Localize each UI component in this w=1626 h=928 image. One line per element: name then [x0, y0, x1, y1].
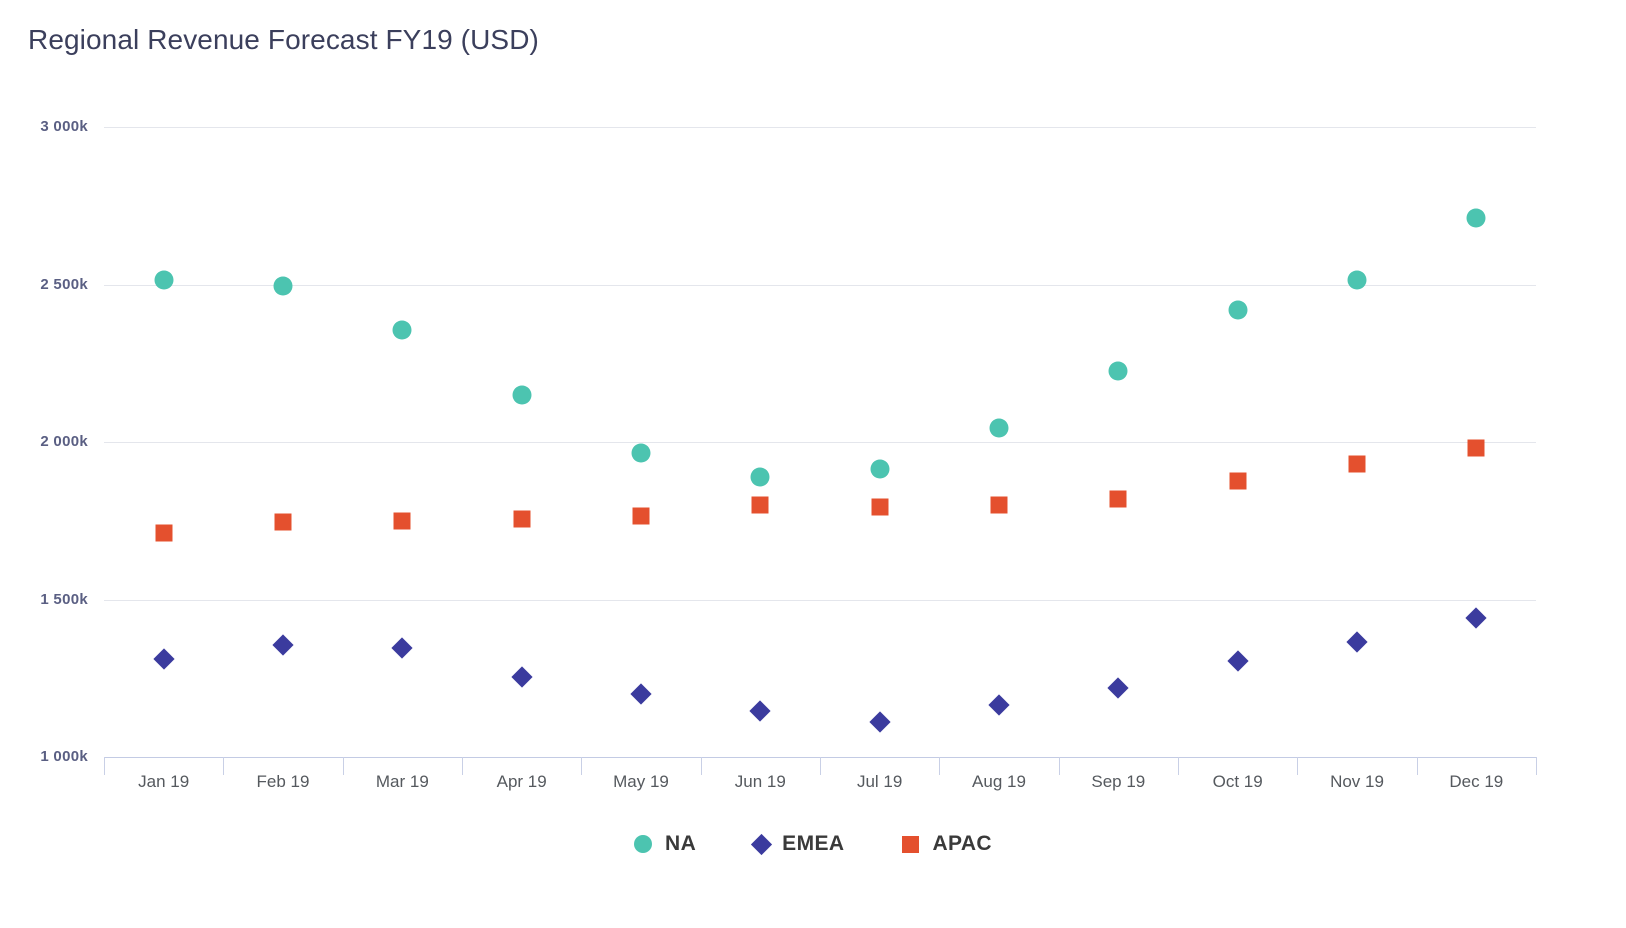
- data-point-apac: [513, 510, 531, 528]
- x-axis-tick: [1178, 757, 1179, 775]
- plot-area: [104, 110, 1536, 760]
- data-point-emea: [988, 694, 1010, 716]
- y-axis-tick-label: 3 000k: [40, 118, 88, 135]
- legend-label: EMEA: [782, 832, 845, 855]
- x-axis-tick: [1058, 757, 1060, 775]
- data-point-na: [631, 443, 651, 463]
- x-axis-tick-label: Jul 19: [856, 772, 903, 791]
- legend-item-emea[interactable]: EMEA: [751, 832, 845, 856]
- data-point-emea: [869, 711, 891, 733]
- data-point-na: [870, 459, 890, 479]
- x-axis-tick-label: May 19: [613, 772, 669, 791]
- gridline: [104, 284, 1536, 286]
- data-point-apac: [393, 512, 411, 530]
- x-axis-tick: [820, 757, 821, 775]
- x-axis-tick-label: Sep 19: [1091, 772, 1146, 791]
- chart-title: Regional Revenue Forecast FY19 (USD): [28, 24, 539, 55]
- x-axis-tick-label: Jun 19: [734, 772, 786, 791]
- gridline: [104, 599, 1536, 601]
- chart-legend: NA EMEA APAC: [0, 832, 1626, 856]
- x-axis-tick: [700, 757, 702, 775]
- circle-marker-icon: [634, 835, 653, 853]
- y-axis-tick-label: 2 500k: [40, 275, 88, 293]
- data-point-apac: [990, 496, 1008, 514]
- data-point-emea: [1227, 650, 1249, 672]
- data-point-na: [750, 467, 770, 487]
- data-point-emea: [153, 648, 175, 670]
- data-point-apac: [751, 496, 769, 514]
- x-axis-tick: [1536, 757, 1537, 775]
- data-point-emea: [391, 637, 413, 659]
- data-point-apac: [1109, 490, 1127, 508]
- data-point-apac: [1467, 439, 1485, 457]
- x-axis-tick: [581, 757, 583, 775]
- y-axis-tick-label: 2 000k: [40, 433, 88, 450]
- x-axis-tick-label: Mar 19: [375, 772, 429, 791]
- x-axis-tick: [939, 757, 941, 775]
- data-point-apac: [1229, 472, 1247, 490]
- data-point-emea: [1107, 677, 1129, 699]
- data-point-na: [1108, 361, 1128, 381]
- x-axis-tick: [1416, 757, 1418, 775]
- legend-item-apac[interactable]: APAC: [902, 832, 992, 856]
- x-axis-tick-label: Dec 19: [1449, 772, 1504, 791]
- data-point-emea: [272, 634, 294, 656]
- data-point-na: [154, 270, 174, 290]
- x-axis-tick-label: Feb 19: [256, 772, 310, 791]
- data-point-na: [392, 320, 412, 340]
- x-axis-tick-label: Aug 19: [972, 772, 1026, 791]
- data-point-apac: [1348, 455, 1366, 473]
- data-point-na: [1228, 300, 1248, 320]
- data-point-na: [1347, 270, 1367, 290]
- data-point-apac: [871, 498, 889, 516]
- gridline: [104, 127, 1536, 128]
- data-point-emea: [630, 683, 652, 705]
- data-point-na: [989, 418, 1009, 438]
- x-axis-tick: [104, 757, 105, 775]
- data-point-na: [1466, 208, 1486, 228]
- data-point-emea: [749, 700, 771, 722]
- x-axis-tick-label: Oct 19: [1212, 772, 1263, 791]
- legend-item-na[interactable]: NA: [634, 832, 696, 856]
- data-point-apac: [632, 507, 650, 525]
- chart-container: Regional Revenue Forecast FY19 (USD) 3 0…: [0, 0, 1626, 928]
- data-point-na: [273, 276, 293, 296]
- x-axis-tick-label: Nov 19: [1330, 772, 1384, 791]
- x-axis-tick-label: Jan 19: [138, 772, 190, 791]
- y-axis-tick-label: 1 500k: [40, 590, 88, 608]
- data-point-apac: [155, 524, 173, 542]
- x-axis-tick: [223, 757, 225, 775]
- data-point-emea: [511, 666, 533, 688]
- square-marker-icon: [902, 835, 920, 853]
- x-axis-tick: [342, 757, 344, 775]
- data-point-emea: [1346, 631, 1368, 653]
- x-axis-tick: [1297, 757, 1299, 775]
- legend-label: NA: [665, 832, 697, 855]
- x-axis-tick: [462, 757, 463, 775]
- diamond-marker-icon: [751, 833, 773, 855]
- data-point-emea: [1465, 607, 1487, 629]
- legend-label: APAC: [932, 832, 992, 855]
- x-axis-tick-label: Apr 19: [496, 772, 547, 791]
- gridline: [104, 442, 1536, 443]
- data-point-na: [512, 385, 532, 405]
- y-axis-tick-label: 1 000k: [40, 748, 88, 765]
- data-point-apac: [274, 513, 292, 531]
